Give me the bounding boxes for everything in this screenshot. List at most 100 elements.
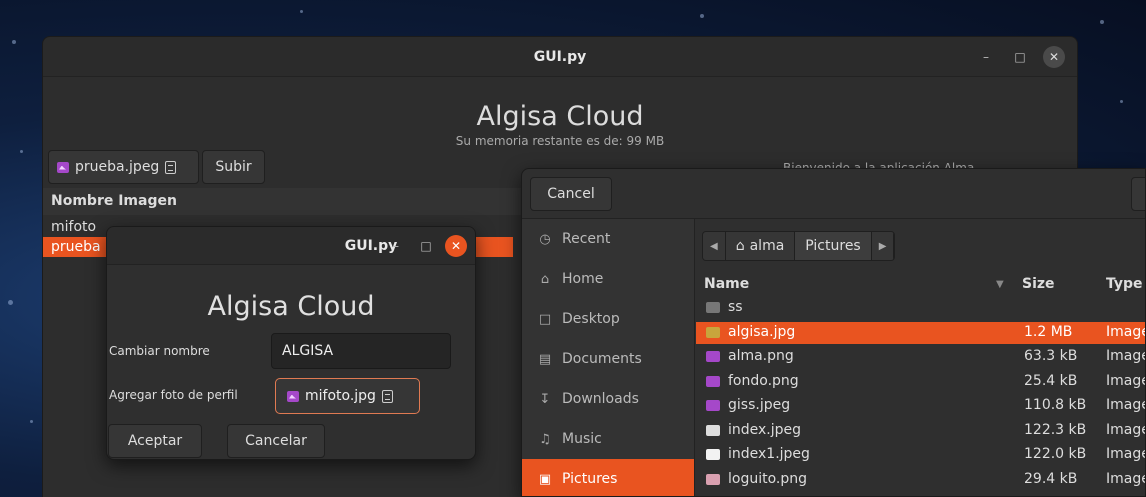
desktop-icon: □: [538, 311, 552, 327]
accept-button[interactable]: Aceptar: [108, 424, 202, 458]
dialog-app-title: Algisa Cloud: [207, 291, 375, 322]
photo-chooser-label: mifoto.jpg: [305, 388, 376, 404]
photo-chooser-button[interactable]: mifoto.jpg: [275, 378, 420, 414]
file-list-header: Name ▼ Size Type: [696, 273, 1145, 297]
file-type: Image: [1106, 323, 1146, 340]
sidebar-item-downloads[interactable]: ↧ Downloads: [522, 379, 694, 419]
file-row[interactable]: index.jpeg 122.3 kB Image: [696, 420, 1146, 442]
file-row[interactable]: giss.jpeg 110.8 kB Image: [696, 395, 1145, 417]
window-title: GUI.py: [533, 49, 587, 65]
upload-button[interactable]: Subir: [202, 150, 265, 184]
path-segment-home[interactable]: ⌂ alma: [725, 232, 796, 260]
file-size: 110.8 kB: [1024, 397, 1087, 413]
file-row[interactable]: fondo.png 25.4 kB Image: [696, 371, 1146, 393]
file-size: 25.4 kB: [1024, 372, 1078, 389]
sidebar-item-label: Home: [562, 271, 604, 287]
file-name: index1.jpeg: [728, 446, 810, 462]
maximize-icon[interactable]: □: [1009, 46, 1031, 68]
file-name: fondo.png: [728, 372, 799, 389]
main-titlebar[interactable]: GUI.py – □ ✕: [43, 37, 1077, 77]
profile-dialog: GUI.py – □ ✕ Algisa Cloud Cambiar nombre…: [106, 226, 476, 460]
file-type: Image: [1106, 470, 1146, 487]
file-row[interactable]: loguito.png 29.4 kB Image: [696, 469, 1146, 491]
sidebar-item-desktop[interactable]: □ Desktop: [522, 299, 694, 339]
image-icon: [57, 161, 69, 173]
memory-subtitle: Su memoria restante es de: 99 MB: [455, 134, 665, 148]
sort-arrow-icon: ▼: [996, 279, 1004, 290]
minimize-icon[interactable]: –: [385, 235, 407, 257]
home-icon: ⌂: [540, 271, 550, 287]
file-name: alma.png: [728, 348, 794, 364]
sidebar-item-label: Documents: [562, 351, 642, 367]
file-chooser-label: prueba.jpeg: [75, 159, 160, 175]
file-size: 29.4 kB: [1024, 470, 1078, 487]
file-type: Image: [1106, 372, 1146, 389]
document-icon: [381, 389, 393, 403]
image-icon: [706, 473, 720, 485]
file-size: 63.3 kB: [1024, 348, 1078, 364]
sidebar-item-label: Recent: [562, 231, 611, 247]
path-forward-arrow-icon[interactable]: ▶: [871, 232, 895, 260]
file-chooser-dialog: Cancel ◷ Recent ⌂ Home □ Desktop ▤ Docum…: [521, 168, 1146, 497]
path-segment-label: alma: [749, 238, 785, 254]
image-icon: [706, 375, 720, 387]
sidebar-item-music[interactable]: ♫ Music: [522, 419, 694, 459]
sidebar-item-label: Music: [562, 431, 602, 447]
sidebar-item-label: Downloads: [562, 391, 639, 407]
file-row[interactable]: alma.png 63.3 kB Image: [696, 346, 1145, 368]
close-icon[interactable]: ✕: [1043, 46, 1065, 68]
maximize-icon[interactable]: □: [415, 235, 437, 257]
image-icon: [287, 390, 299, 402]
sidebar-item-recent[interactable]: ◷ Recent: [522, 219, 694, 259]
close-icon[interactable]: ✕: [445, 235, 467, 257]
file-name: loguito.png: [728, 470, 808, 487]
image-icon: [706, 449, 720, 460]
file-type: Image: [1106, 421, 1146, 438]
home-icon: ⌂: [735, 238, 745, 254]
file-size: 122.3 kB: [1024, 421, 1087, 438]
minimize-icon[interactable]: –: [975, 46, 997, 68]
rename-input[interactable]: ALGISA: [271, 333, 451, 369]
download-icon: ↧: [539, 391, 551, 407]
path-bar: ◀ ⌂ alma Pictures ▶: [702, 231, 896, 261]
file-name: ss: [728, 299, 743, 315]
folder-icon: [706, 302, 720, 313]
file-chooser-header[interactable]: Cancel: [522, 169, 1145, 219]
file-size: 1.2 MB: [1024, 323, 1073, 340]
places-sidebar: ◷ Recent ⌂ Home □ Desktop ▤ Documents ↧ …: [522, 219, 695, 496]
column-type[interactable]: Type: [1106, 276, 1143, 292]
file-name: index.jpeg: [728, 421, 802, 438]
file-name: giss.jpeg: [728, 397, 791, 413]
music-icon: ♫: [539, 431, 551, 447]
folder-row[interactable]: ss: [696, 297, 1145, 319]
sidebar-item-pictures[interactable]: ▣ Pictures: [522, 459, 694, 496]
file-chooser-button[interactable]: prueba.jpeg: [48, 150, 199, 184]
header-button[interactable]: [1131, 177, 1145, 211]
photo-label: Agregar foto de perfil: [109, 388, 238, 402]
column-name[interactable]: Name: [704, 276, 749, 292]
sidebar-item-home[interactable]: ⌂ Home: [522, 259, 694, 299]
sidebar-item-label: Desktop: [562, 311, 620, 327]
file-type: Image: [1106, 446, 1146, 462]
cancel-button[interactable]: Cancelar: [227, 424, 325, 458]
clock-icon: ◷: [539, 231, 551, 247]
column-size[interactable]: Size: [1022, 276, 1055, 292]
file-size: 122.0 kB: [1024, 446, 1087, 462]
image-icon: [706, 424, 720, 436]
table-header[interactable]: Nombre Imagen: [43, 188, 523, 215]
path-segment-current[interactable]: Pictures: [795, 232, 872, 260]
file-row[interactable]: algisa.jpg 1.2 MB Image: [696, 321, 1146, 344]
pictures-icon: ▣: [538, 471, 552, 487]
documents-icon: ▤: [538, 351, 552, 367]
file-chooser-cancel-button[interactable]: Cancel: [530, 177, 612, 211]
app-title: Algisa Cloud: [476, 101, 644, 132]
dialog-titlebar[interactable]: GUI.py – □ ✕: [107, 227, 475, 265]
image-icon: [706, 326, 720, 338]
sidebar-item-documents[interactable]: ▤ Documents: [522, 339, 694, 379]
file-row[interactable]: index1.jpeg 122.0 kB Image: [696, 444, 1146, 466]
document-icon: [165, 160, 177, 174]
image-icon: [706, 400, 720, 411]
rename-label: Cambiar nombre: [109, 344, 210, 358]
image-icon: [706, 351, 720, 362]
path-back-arrow-icon[interactable]: ◀: [703, 232, 726, 260]
